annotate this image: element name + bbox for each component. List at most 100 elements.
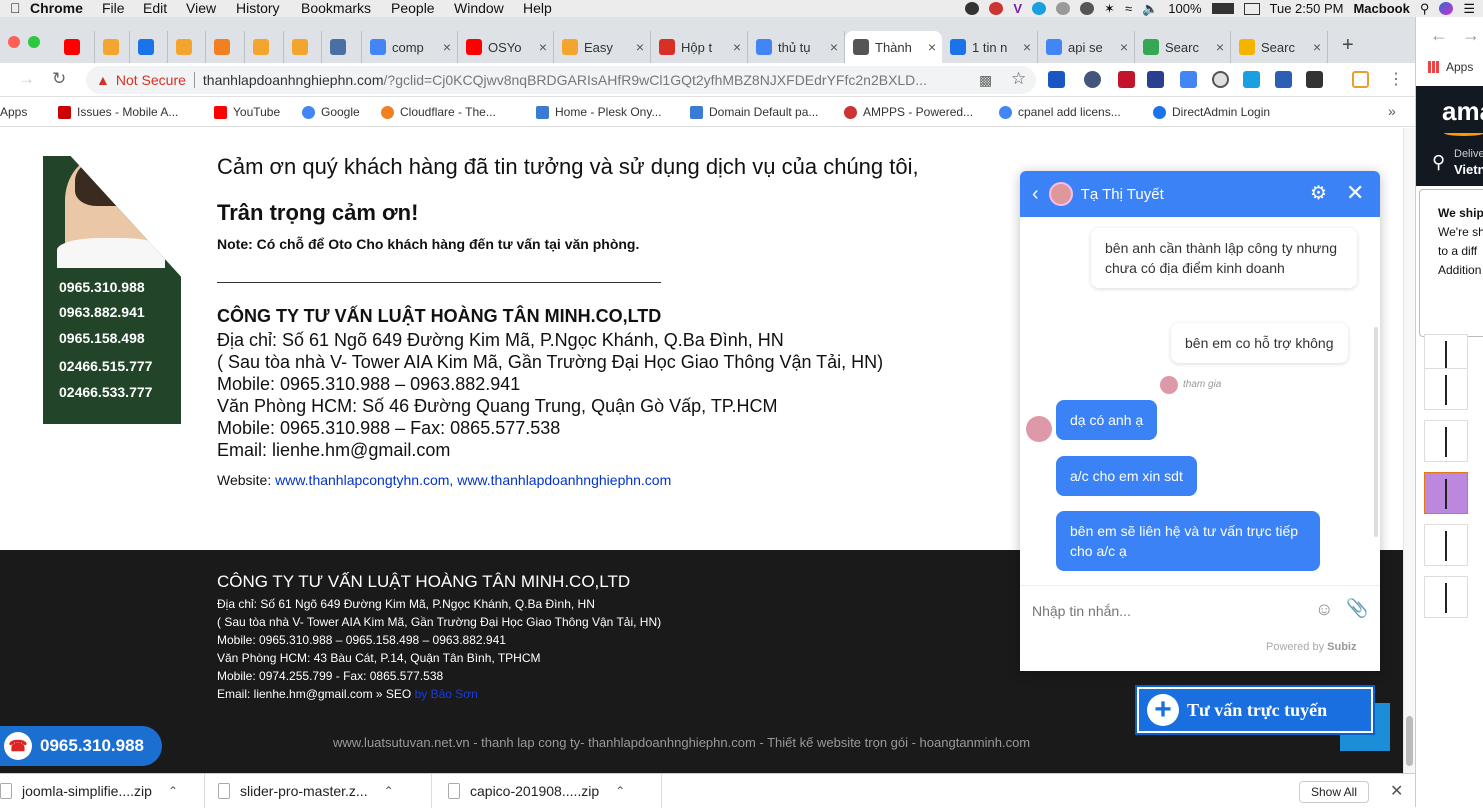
emoji-icon[interactable]: ☺ [1315,599,1333,620]
hotline-number[interactable]: 02466.533.777 [59,384,152,400]
menu-view[interactable]: View [186,0,216,17]
back-icon[interactable]: ‹ [1032,183,1039,206]
menu-file[interactable]: File [102,0,125,17]
browser-tab[interactable]: OSYo × [458,31,554,63]
bluetooth-icon[interactable]: ✶ [1104,1,1115,17]
battery-icon[interactable] [1211,3,1234,14]
chevron-up-icon[interactable]: ⌃ [615,784,625,798]
gear-icon[interactable]: ⚙ [1310,182,1327,205]
notification-center-icon[interactable]: ☰ [1463,1,1475,17]
volume-icon[interactable]: 🔈 [1142,1,1158,17]
more-bookmarks-icon[interactable]: » [1388,103,1396,119]
record-icon[interactable] [965,2,980,15]
extension-icon[interactable] [1084,71,1101,88]
tab-close-icon[interactable]: × [830,39,844,55]
tab-close-icon[interactable]: × [928,39,942,55]
translate-extension-icon[interactable] [1180,71,1197,88]
footer-links[interactable]: www.luatsutuvan.net.vn - thanh lap cong … [333,735,1030,750]
tab-close-icon[interactable]: × [1023,39,1037,55]
back-icon[interactable]: ← [1430,25,1448,46]
wifi-icon[interactable]: ≈ [1125,1,1132,16]
browser-tab[interactable]: Easy × [554,31,651,63]
url-text[interactable]: thanhlapdoanhnghiephn.com/?gclid=Cj0KCQj… [203,72,963,88]
browser-tab[interactable]: Searc × [1231,31,1328,63]
tab-close-icon[interactable]: × [733,39,747,55]
hotline-number[interactable]: 0965.158.498 [59,330,145,346]
bookmark-youtube[interactable]: YouTube [214,105,280,119]
tab-close-icon[interactable]: × [1313,39,1327,55]
browser-tab[interactable]: api se × [1038,31,1135,63]
download-item[interactable]: slider-pro-master.z... ⌃ [218,774,432,808]
viber-icon[interactable]: V [1013,1,1022,16]
bookmark-cpanel[interactable]: cpanel add licens... [999,105,1121,119]
bookmark-issues[interactable]: Issues - Mobile A... [58,105,178,119]
hotline-number[interactable]: 0965.310.988 [59,279,145,295]
menu-chrome[interactable]: Chrome [30,0,83,17]
product-thumbnail[interactable] [1424,368,1468,410]
close-icon[interactable]: ✕ [1390,781,1403,801]
user-name[interactable]: Macbook [1353,1,1409,16]
download-item[interactable]: capico-201908.....zip ⌃ [448,774,662,808]
browser-tab[interactable] [130,31,168,63]
home-extension-icon[interactable] [1352,71,1369,88]
call-hotline-button[interactable]: ☎ 0965.310.988 [0,726,162,766]
input-source-icon[interactable] [1243,2,1260,15]
menu-dots-icon[interactable]: ⋮ [1388,69,1404,89]
search-icon[interactable]: ⚲ [1420,1,1430,17]
block-extension-icon[interactable] [1212,71,1229,88]
browser-tab[interactable] [95,31,130,63]
bookmark-apps[interactable]: Apps [0,105,27,119]
browser-tab[interactable]: Hộp t × [651,31,748,63]
address-bar[interactable]: ▲ Not Secure thanhlapdoanhnghiephn.com/?… [86,66,1036,94]
attachment-icon[interactable]: 📎 [1346,598,1368,619]
browser-tab[interactable] [322,31,362,63]
browser-tab[interactable]: thủ tụ × [748,31,845,63]
side-apps-bookmark[interactable]: Apps [1428,60,1473,74]
seo-link[interactable]: by Bảo Sơn [415,687,478,701]
amazon-logo[interactable]: ama [1442,96,1483,127]
new-tab-button[interactable]: + [1342,34,1354,57]
apple-icon[interactable]:  [10,0,21,16]
battery-percent[interactable]: 100% [1168,1,1201,16]
hotline-number[interactable]: 02466.515.777 [59,358,152,374]
copy-extension-icon[interactable] [1048,71,1065,88]
bookmark-star-icon[interactable]: ☆ [1011,69,1026,89]
menu-people[interactable]: People [391,0,435,17]
browser-tab[interactable] [56,31,95,63]
app-icon[interactable] [989,2,1004,15]
hotline-number[interactable]: 0963.882.941 [59,304,145,320]
bookmark-extension-icon[interactable] [1118,71,1135,88]
browser-tab[interactable]: comp × [362,31,458,63]
powered-brand[interactable]: Subiz [1327,641,1356,653]
browser-tab[interactable] [206,31,245,63]
bookmark-ampps[interactable]: AMPPS - Powered... [844,105,973,119]
bookmark-cloudflare[interactable]: Cloudflare - The... [381,105,496,119]
forward-icon[interactable]: → [18,69,35,89]
zoom-window-button[interactable] [28,36,40,48]
security-label[interactable]: Not Secure [116,72,186,88]
bookmark-directadmin[interactable]: DirectAdmin Login [1153,105,1270,119]
menu-window[interactable]: Window [454,0,504,17]
scrollbar-thumb[interactable] [1406,716,1413,766]
forward-icon[interactable]: → [1462,25,1480,46]
window-extension-icon[interactable] [1275,71,1292,88]
tab-close-icon[interactable]: × [539,39,553,55]
website-links[interactable]: www.thanhlapcongtyhn.com, www.thanhlapdo… [275,472,671,488]
tab-close-icon[interactable]: × [1120,39,1134,55]
menu-history[interactable]: History [236,0,280,17]
browser-tab[interactable]: Thành × [845,31,942,63]
close-window-button[interactable] [8,36,20,48]
close-icon[interactable]: ✕ [1346,180,1364,206]
online-consult-button[interactable]: + Tư vấn trực tuyến [1135,685,1375,735]
chat-message-input[interactable] [1032,602,1302,619]
download-item[interactable]: joomla-simplifie....zip ⌃ [0,774,205,808]
page-scrollbar[interactable] [1403,128,1415,773]
deliver-location[interactable]: Vietn [1454,162,1483,177]
chevron-up-icon[interactable]: ⌃ [384,784,394,798]
browser-tab[interactable] [284,31,322,63]
menu-bookmarks[interactable]: Bookmarks [301,0,371,17]
s-extension-icon[interactable] [1243,71,1260,88]
bookmark-domain-default[interactable]: Domain Default pa... [690,105,818,119]
browser-tab[interactable]: 1 tin n × [942,31,1038,63]
tab-close-icon[interactable]: × [636,39,650,55]
